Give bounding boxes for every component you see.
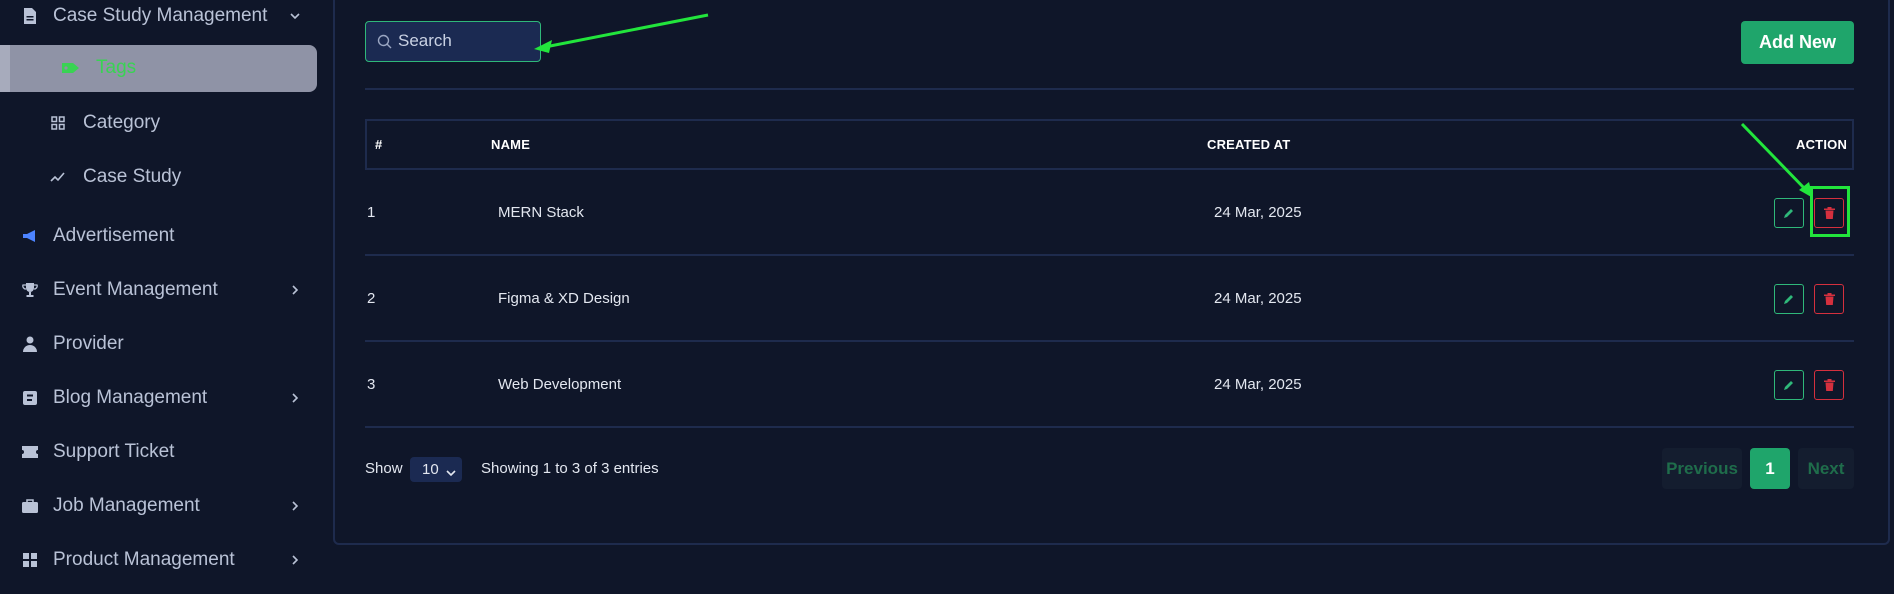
pencil-icon	[1784, 295, 1793, 304]
sidebar-item-label: Job Management	[53, 495, 200, 516]
column-header-name: NAME	[491, 137, 531, 152]
pencil-icon	[1784, 209, 1793, 218]
tag-icon	[62, 59, 80, 77]
divider	[365, 88, 1854, 90]
previous-page-button[interactable]: Previous	[1662, 448, 1742, 489]
chevron-right-icon	[288, 391, 302, 405]
sidebar-item-label: Support Ticket	[53, 441, 175, 462]
trend-icon	[50, 169, 66, 185]
trash-icon	[1823, 293, 1835, 305]
delete-button[interactable]	[1814, 370, 1844, 400]
sidebar-item-case-study-management[interactable]: Case Study Management	[0, 0, 330, 40]
ticket-icon	[22, 444, 38, 460]
row-number: 1	[367, 204, 376, 221]
column-header-number: #	[375, 137, 383, 152]
delete-button[interactable]	[1814, 284, 1844, 314]
search-box[interactable]	[365, 21, 541, 62]
entries-info: Showing 1 to 3 of 3 entries	[481, 460, 659, 477]
edit-button[interactable]	[1774, 198, 1804, 228]
row-number: 2	[367, 290, 376, 307]
annotation-highlight-box	[1810, 186, 1850, 237]
chevron-right-icon	[288, 283, 302, 297]
sidebar-item-label: Case Study Management	[53, 5, 268, 26]
page-size-select[interactable]: 10	[410, 457, 462, 482]
table-row: 3 Web Development 24 Mar, 2025	[365, 342, 1854, 428]
table-row: 2 Figma & XD Design 24 Mar, 2025	[365, 256, 1854, 342]
sidebar-item-label: Case Study	[83, 166, 182, 187]
sidebar-item-label: Category	[83, 112, 161, 133]
edit-button[interactable]	[1774, 370, 1804, 400]
grid-icon	[50, 115, 66, 131]
sidebar-item-blog-management[interactable]: Blog Management	[0, 374, 330, 422]
chevron-down-icon	[288, 9, 302, 23]
table-row: 1 MERN Stack 24 Mar, 2025	[365, 170, 1854, 256]
sidebar-item-provider[interactable]: Provider	[0, 320, 330, 368]
row-name: Figma & XD Design	[498, 290, 630, 307]
sidebar: Case Study Management Tags Category Case…	[0, 0, 330, 594]
sidebar-item-label: Event Management	[53, 279, 218, 300]
sidebar-item-case-study[interactable]: Case Study	[0, 153, 330, 201]
active-indicator	[0, 45, 10, 92]
edit-button[interactable]	[1774, 284, 1804, 314]
sidebar-item-label: Advertisement	[53, 225, 175, 246]
page-size-value: 10	[422, 461, 439, 478]
chevron-down-icon	[446, 465, 456, 477]
briefcase-icon	[22, 498, 38, 514]
search-icon	[377, 34, 393, 50]
trophy-icon	[22, 282, 38, 298]
page-1-button[interactable]: 1	[1750, 448, 1790, 489]
next-page-button[interactable]: Next	[1798, 448, 1854, 489]
column-header-action: ACTION	[1796, 137, 1848, 152]
trash-icon	[1823, 379, 1835, 391]
document-icon	[22, 8, 38, 24]
column-header-created-at: CREATED AT	[1207, 137, 1291, 152]
search-input[interactable]	[398, 22, 538, 60]
row-created-at: 24 Mar, 2025	[1214, 376, 1302, 393]
chevron-right-icon	[288, 499, 302, 513]
row-name: MERN Stack	[498, 204, 584, 221]
sidebar-item-tags[interactable]: Tags	[0, 45, 317, 92]
row-created-at: 24 Mar, 2025	[1214, 290, 1302, 307]
table-header: # NAME CREATED AT ACTION	[365, 119, 1854, 170]
sidebar-item-product-management[interactable]: Product Management	[0, 536, 330, 584]
chevron-right-icon	[288, 553, 302, 567]
sidebar-item-label: Blog Management	[53, 387, 208, 408]
sidebar-item-label: Provider	[53, 333, 124, 354]
row-name: Web Development	[498, 376, 622, 393]
pencil-icon	[1784, 381, 1793, 390]
sidebar-item-support-ticket[interactable]: Support Ticket	[0, 428, 330, 476]
add-new-button[interactable]: Add New	[1741, 21, 1854, 64]
sidebar-item-label: Product Management	[53, 549, 235, 570]
sidebar-item-advertisement[interactable]: Advertisement	[0, 212, 330, 260]
apps-icon	[22, 552, 38, 568]
sidebar-item-event-management[interactable]: Event Management	[0, 266, 330, 314]
megaphone-icon	[22, 228, 38, 244]
row-number: 3	[367, 376, 376, 393]
show-label: Show	[365, 460, 403, 477]
blog-icon	[22, 390, 38, 406]
row-created-at: 24 Mar, 2025	[1214, 204, 1302, 221]
person-icon	[22, 336, 38, 352]
sidebar-item-category[interactable]: Category	[0, 99, 330, 147]
sidebar-item-label: Tags	[96, 57, 137, 78]
sidebar-item-job-management[interactable]: Job Management	[0, 482, 330, 530]
